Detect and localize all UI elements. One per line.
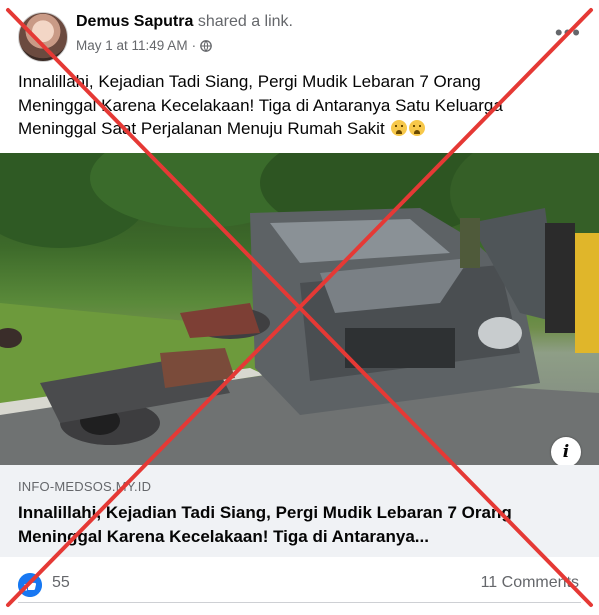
link-preview[interactable]: INFO-MEDSOS.MY.ID Innalillahi, Kejadian …: [0, 465, 599, 557]
more-icon[interactable]: •••: [555, 20, 581, 46]
link-title[interactable]: Innalillahi, Kejadian Tadi Siang, Pergi …: [18, 501, 578, 549]
reactions-bar: 55 11 Comments: [0, 565, 599, 605]
divider: [18, 602, 581, 603]
comments-count[interactable]: 11 Comments: [481, 574, 579, 592]
author-action: shared a link.: [197, 13, 293, 30]
author-line: Demus Saputra shared a link.: [76, 13, 293, 31]
meta-separator: ·: [191, 38, 197, 53]
like-count[interactable]: 55: [52, 574, 70, 592]
author-name[interactable]: Demus Saputra: [76, 13, 193, 30]
info-icon[interactable]: i: [551, 437, 581, 465]
post-photo[interactable]: i: [0, 153, 599, 465]
post-caption: Innalillahi, Kejadian Tadi Siang, Pergi …: [18, 70, 538, 141]
post-timestamp[interactable]: May 1 at 11:49 AM: [76, 38, 188, 53]
post-meta: May 1 at 11:49 AM ·: [76, 38, 212, 53]
avatar[interactable]: [18, 12, 68, 62]
post-caption-text: Innalillahi, Kejadian Tadi Siang, Pergi …: [18, 72, 503, 138]
like-reaction-icon[interactable]: [18, 573, 42, 597]
crying-face-emoji: [391, 120, 408, 136]
post-header: Demus Saputra shared a link. May 1 at 11…: [0, 0, 599, 64]
crying-face-emoji: [409, 120, 426, 136]
accident-photo-illustration: [0, 153, 599, 465]
link-domain: INFO-MEDSOS.MY.ID: [18, 479, 152, 494]
globe-icon: [200, 39, 212, 52]
